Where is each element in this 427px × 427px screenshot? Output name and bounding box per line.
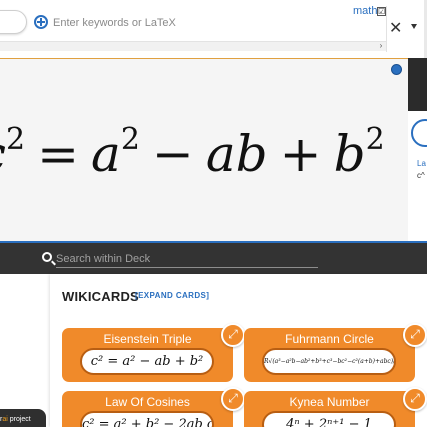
card-formula: c² = a² + b² − 2ab cos C (80, 411, 214, 427)
scroll-right-icon[interactable]: › (376, 41, 386, 51)
chevron-down-icon[interactable] (411, 24, 417, 29)
search-mode-toggle[interactable] (0, 10, 27, 34)
card-title: Law Of Cosines (105, 395, 190, 409)
wikicard-eisenstein-triple[interactable]: Eisenstein Triple c² = a² − ab + b² (62, 328, 233, 382)
expand-icon[interactable]: ⤢ (403, 387, 427, 411)
formula-t1-exp: 2 (120, 122, 140, 158)
search-icon (42, 252, 52, 262)
wikicard-kynea-number[interactable]: Kynea Number 4ⁿ + 2ⁿ⁺¹ − 1 (244, 391, 415, 427)
formula-t3-base: b (333, 125, 366, 183)
formula-minus: − (151, 125, 194, 183)
deck-sidebar (0, 274, 50, 427)
formula-t3-exp: 2 (365, 122, 385, 158)
project-badge-label: rai project (0, 416, 31, 423)
formula-plus: + (279, 125, 322, 183)
search-input[interactable] (53, 13, 373, 33)
divider (386, 6, 387, 52)
math-tag-label[interactable]: math (353, 5, 377, 17)
rendered-formula: c2=a2−ab+b2 (0, 122, 385, 183)
formula-lhs-exp: 2 (6, 122, 26, 158)
formula-t2: ab (205, 125, 268, 183)
card-formula: c² = a² − ab + b² (80, 348, 214, 375)
card-title: Fuhrmann Circle (285, 332, 374, 346)
badge-suffix: project (7, 416, 31, 423)
side-panel-link[interactable]: La (417, 159, 426, 168)
expand-icon[interactable]: ⤢ (403, 323, 427, 347)
card-title: Kynea Number (289, 395, 370, 409)
deck-search-input[interactable] (56, 250, 318, 268)
checkbox-icon[interactable]: ☑ (377, 7, 386, 16)
add-icon[interactable] (34, 15, 48, 29)
app-root: math ☑ ✕ › c2=a2−ab+b2 La c^ WIKICARDS [… (0, 0, 427, 427)
horizontal-scrollbar[interactable] (0, 41, 386, 51)
resize-handle[interactable] (391, 64, 402, 75)
wikicards-title: WIKICARDS (62, 289, 139, 304)
card-formula: 4ⁿ + 2ⁿ⁺¹ − 1 (262, 411, 396, 427)
formula-equals: = (37, 125, 80, 183)
card-formula: R√(a³−a²b−ab²+b³+c³−bc²−c²(a+b)+abc)/abc (262, 348, 396, 375)
card-title: Eisenstein Triple (103, 332, 192, 346)
close-icon[interactable]: ✕ (389, 18, 402, 38)
wikicard-fuhrmann-circle[interactable]: Fuhrmann Circle R√(a³−a²b−ab²+b³+c³−bc²−… (244, 328, 415, 382)
expand-icon[interactable]: ⤢ (221, 323, 245, 347)
side-panel-text: c^ (417, 171, 425, 180)
expand-cards-button[interactable]: [EXPAND CARDS] (135, 291, 209, 300)
formula-t1-base: a (91, 125, 121, 183)
side-panel-header (408, 58, 427, 111)
wikicard-law-of-cosines[interactable]: Law Of Cosines c² = a² + b² − 2ab cos C (62, 391, 233, 427)
expand-icon[interactable]: ⤢ (221, 387, 245, 411)
